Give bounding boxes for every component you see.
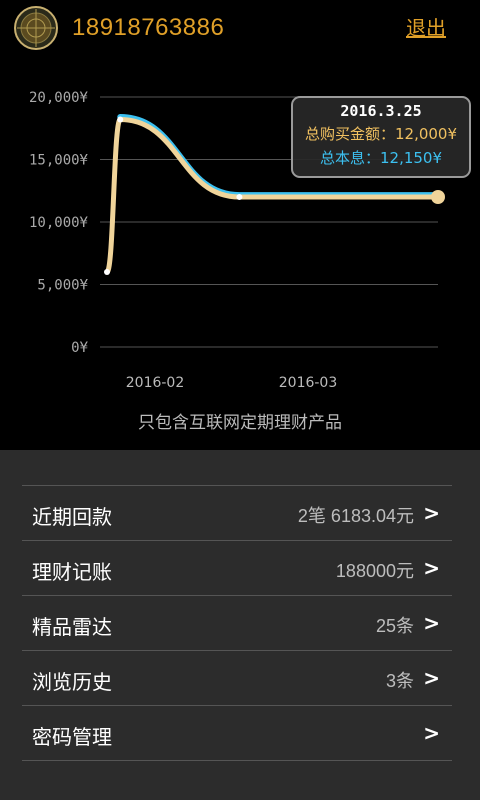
menu-list: 近期回款 2笔 6183.04元 > 理财记账 188000元 > 精品雷达 2… bbox=[22, 485, 452, 761]
tooltip-buy-label: 总购买金额： bbox=[304, 125, 395, 143]
tooltip-date: 2016.3.25 bbox=[340, 102, 422, 120]
chevron-right-icon: > bbox=[423, 611, 440, 635]
menu-item-finance-ledger[interactable]: 理财记账 188000元 > bbox=[22, 541, 452, 596]
menu-item-label: 密码管理 bbox=[32, 725, 112, 749]
data-point bbox=[236, 194, 243, 200]
menu-item-value: 25条 bbox=[375, 616, 414, 636]
menu-item-value: 188000元 bbox=[335, 561, 414, 581]
y-tick-label: 20,000¥ bbox=[29, 90, 89, 106]
chevron-right-icon: > bbox=[423, 721, 440, 745]
menu-item-label: 浏览历史 bbox=[32, 670, 112, 694]
tooltip-interest-label: 总本息： bbox=[319, 149, 380, 167]
tooltip-total-purchase: 总购买金额：12,000¥ bbox=[293, 123, 469, 144]
y-tick-label: 10,000¥ bbox=[29, 215, 89, 231]
chart-tooltip: 2016.3.25 总购买金额：12,000¥ 总本息：12,150¥ bbox=[291, 96, 471, 178]
data-point bbox=[431, 190, 445, 204]
y-tick-label: 15,000¥ bbox=[29, 153, 89, 169]
menu-item-value: 3条 bbox=[385, 671, 414, 691]
radar-icon[interactable] bbox=[14, 6, 58, 50]
y-tick-label: 0¥ bbox=[71, 340, 88, 356]
menu-panel: 近期回款 2笔 6183.04元 > 理财记账 188000元 > 精品雷达 2… bbox=[0, 450, 480, 800]
chart-note: 只包含互联网定期理财产品 bbox=[138, 413, 342, 433]
menu-item-value: 2笔 6183.04元 bbox=[297, 506, 414, 526]
portfolio-chart: 20,000¥ 15,000¥ 10,000¥ 5,000¥ 0¥ 2016-02 2016… bbox=[0, 60, 480, 450]
data-point bbox=[104, 269, 110, 275]
tooltip-buy-value: 12,000¥ bbox=[394, 125, 458, 143]
menu-item-premium-radar[interactable]: 精品雷达 25条 > bbox=[22, 596, 452, 651]
menu-item-label: 近期回款 bbox=[32, 505, 112, 529]
user-phone: 18918763886 bbox=[72, 14, 225, 41]
x-tick-label: 2016-03 bbox=[279, 375, 338, 391]
tooltip-total-interest: 总本息：12,150¥ bbox=[293, 147, 469, 168]
chevron-right-icon: > bbox=[423, 666, 440, 690]
data-point bbox=[117, 116, 124, 123]
menu-item-recent-repayment[interactable]: 近期回款 2笔 6183.04元 > bbox=[22, 486, 452, 541]
menu-item-password-management[interactable]: 密码管理 > bbox=[22, 706, 452, 761]
logout-link[interactable]: 退出 bbox=[406, 12, 446, 41]
menu-item-label: 精品雷达 bbox=[32, 615, 112, 639]
y-tick-label: 5,000¥ bbox=[37, 278, 88, 294]
tooltip-interest-value: 12,150¥ bbox=[379, 149, 443, 167]
header: 18918763886 退出 bbox=[0, 0, 480, 60]
chevron-right-icon: > bbox=[423, 556, 440, 580]
menu-item-browse-history[interactable]: 浏览历史 3条 > bbox=[22, 651, 452, 706]
menu-item-label: 理财记账 bbox=[32, 560, 112, 584]
x-tick-label: 2016-02 bbox=[126, 375, 185, 391]
chevron-right-icon: > bbox=[423, 501, 440, 525]
